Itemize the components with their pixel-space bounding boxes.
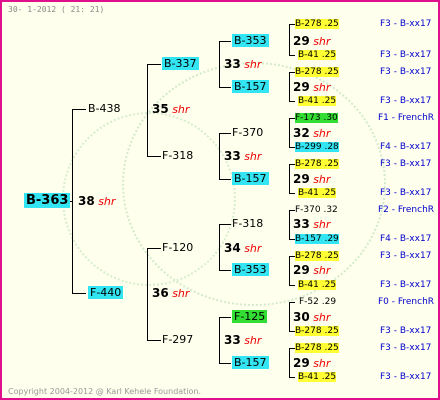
g3-node-1-score: 29 shr: [293, 34, 331, 48]
g4-group-16: F3 - B-xx17: [380, 372, 432, 382]
g1-mother-name[interactable]: B-438: [88, 102, 121, 115]
g4-node-11[interactable]: B-278 .25: [295, 251, 339, 261]
g3-node-2-name[interactable]: B-157: [232, 80, 269, 93]
footer-copyright: Copyright 2004-2012 @ Karl Kehele Founda…: [8, 387, 202, 396]
g3-node-3-score: 32 shr: [293, 126, 331, 140]
g4-node-1[interactable]: B-278 .25: [295, 19, 339, 29]
g4-group-8: F3 - B-xx17: [380, 188, 432, 198]
root-bee-name[interactable]: B-363: [24, 193, 71, 208]
g4-node-3[interactable]: B-278 .25: [295, 67, 339, 77]
g3-node-7-name[interactable]: F-125: [232, 310, 268, 323]
g4-group-14: F3 - B-xx17: [380, 326, 432, 336]
g4-node-16[interactable]: B-41 .25: [298, 372, 337, 382]
g3-node-7-score: 30 shr: [293, 310, 331, 324]
g4-node-7[interactable]: B-278 .25: [295, 159, 339, 169]
g4-group-9: F2 - FrenchR: [378, 205, 435, 215]
g3-node-2-score: 29 shr: [293, 80, 331, 94]
g4-group-1: F3 - B-xx17: [380, 19, 432, 29]
g4-node-15[interactable]: B-278 .25: [295, 343, 339, 353]
g4-group-7: F3 - B-xx17: [380, 159, 432, 169]
g4-node-13[interactable]: F-52 .29: [299, 297, 336, 307]
g3-node-4-score: 29 shr: [293, 172, 331, 186]
g4-node-14[interactable]: B-278 .25: [295, 326, 339, 336]
pedigree-frame: 30- 1-2012 ( 21: 21) B-363 38 shr B-438: [0, 0, 440, 400]
g4-node-12[interactable]: B-41 .25: [298, 280, 337, 290]
g4-group-12: F3 - B-xx17: [380, 280, 432, 290]
g2-node-1-score: 33 shr: [224, 57, 262, 71]
g2-node-2-name[interactable]: F-318: [162, 149, 193, 162]
g4-node-2[interactable]: B-41 .25: [298, 50, 337, 60]
g2-node-4-score: 33 shr: [224, 333, 262, 347]
g3-node-6-score: 29 shr: [293, 263, 331, 277]
g2-node-1-name[interactable]: B-337: [162, 57, 199, 70]
g4-group-10: F4 - B-xx17: [380, 234, 432, 244]
g4-group-11: F3 - B-xx17: [380, 251, 432, 261]
g4-node-10[interactable]: B-157 .29: [295, 234, 339, 244]
g3-node-4-name[interactable]: B-157: [232, 172, 269, 185]
g1-mother-score: 35 shr: [152, 102, 190, 116]
g2-node-3-score: 34 shr: [224, 241, 262, 255]
g4-group-4: F3 - B-xx17: [380, 96, 432, 106]
g4-group-15: F3 - B-xx17: [380, 343, 432, 353]
g4-node-5[interactable]: F-173 .30: [295, 113, 338, 123]
g4-group-5: F1 - FrenchR: [378, 113, 435, 123]
g4-node-9[interactable]: F-370 .32: [295, 205, 338, 215]
root-score: 38 shr: [78, 194, 116, 208]
g1-father-name[interactable]: F-440: [88, 286, 124, 299]
g4-node-6[interactable]: B-299 .28: [295, 142, 339, 152]
g3-node-3-name[interactable]: F-370: [232, 126, 263, 139]
g2-node-2-score: 33 shr: [224, 149, 262, 163]
g2-node-4-name[interactable]: F-297: [162, 333, 193, 346]
g4-node-4[interactable]: B-41 .25: [298, 96, 337, 106]
g3-node-5-name[interactable]: F-318: [232, 217, 263, 230]
g4-group-13: F0 - FrenchR: [378, 297, 435, 307]
g3-node-1-name[interactable]: B-353: [232, 34, 269, 47]
g3-node-5-score: 33 shr: [293, 217, 331, 231]
g4-group-3: F3 - B-xx17: [380, 67, 432, 77]
g3-node-8-name[interactable]: B-157: [232, 356, 269, 369]
g4-node-8[interactable]: B-41 .25: [298, 188, 337, 198]
g4-group-6: F4 - B-xx17: [380, 142, 432, 152]
g4-group-2: F3 - B-xx17: [380, 50, 432, 60]
header-date: 30- 1-2012 ( 21: 21): [8, 5, 105, 14]
g1-father-score: 36 shr: [152, 286, 190, 300]
g3-node-8-score: 29 shr: [293, 356, 331, 370]
g3-node-6-name[interactable]: B-353: [232, 263, 269, 276]
g2-node-3-name[interactable]: F-120: [162, 241, 193, 254]
